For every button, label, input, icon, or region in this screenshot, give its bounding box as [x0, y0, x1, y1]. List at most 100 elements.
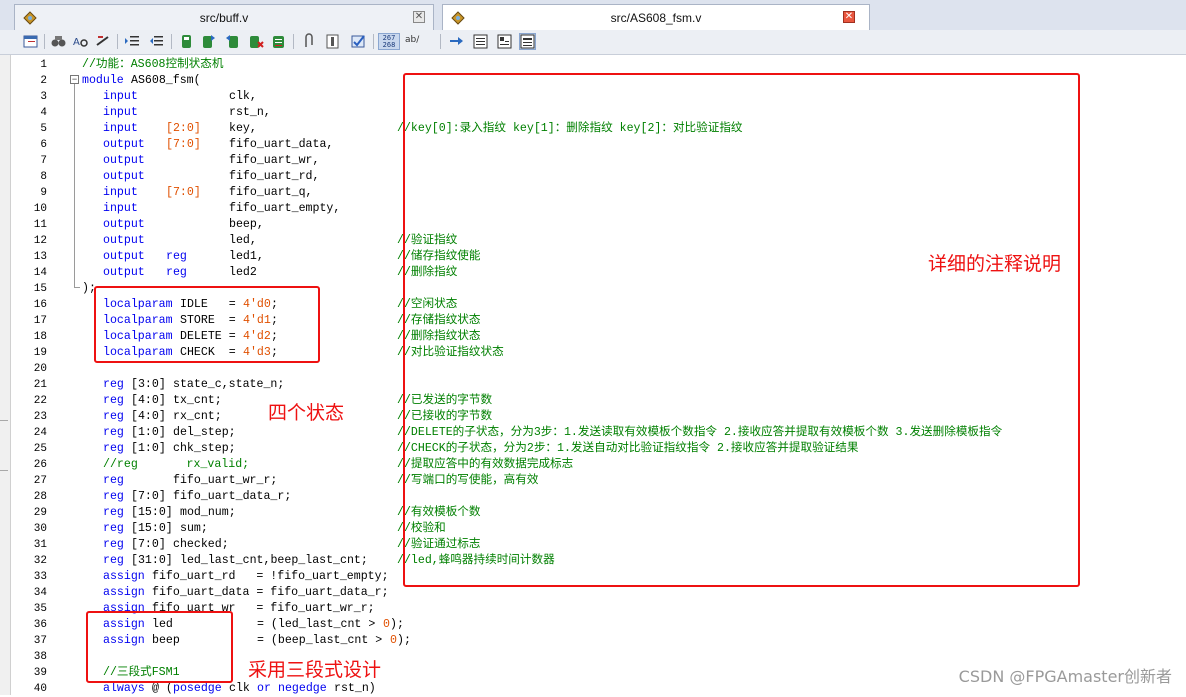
code-token: [4:0]: [131, 394, 166, 407]
comments-annotation: 详细的注释说明: [928, 253, 1062, 275]
states-annotation: 四个状态: [268, 402, 345, 424]
code-token: [7:0]: [131, 538, 166, 551]
unindent-icon[interactable]: [148, 33, 165, 50]
line-number: 33: [33, 571, 47, 583]
line-number: 30: [33, 523, 47, 535]
code-token: [1:0]: [131, 426, 166, 439]
code-keyword: input: [103, 90, 138, 103]
tab-bar: src/buff.v ✕ src/AS608_fsm.v ✕: [0, 0, 1186, 31]
line-number: 19: [33, 347, 47, 359]
view-icon-2[interactable]: [496, 33, 513, 50]
clear-bookmarks-icon[interactable]: [248, 33, 265, 50]
code-token: );: [390, 618, 404, 631]
code-keyword: input: [103, 106, 138, 119]
line-number: 34: [33, 587, 47, 599]
code-keyword: input: [103, 186, 138, 199]
close-icon[interactable]: ✕: [413, 11, 425, 23]
code-keyword: output: [103, 234, 145, 247]
code-token: fifo_uart_rd = !fifo_uart_empty;: [152, 570, 389, 583]
code-token: [3:0]: [131, 378, 166, 391]
watermark: CSDN @FPGAmaster创新者: [958, 667, 1172, 686]
line-number: 38: [33, 651, 47, 663]
code-token: 0: [390, 634, 397, 647]
find-in-files-icon[interactable]: A: [72, 33, 89, 50]
bookmark-icon[interactable]: [178, 33, 195, 50]
line-numbers-icon[interactable]: 267 268: [378, 33, 400, 50]
code-keyword: output: [103, 154, 145, 167]
line-number: 22: [33, 395, 47, 407]
next-bookmark-icon[interactable]: [200, 33, 217, 50]
tab-buff-v[interactable]: src/buff.v ✕: [14, 4, 434, 30]
line-number: 20: [33, 363, 47, 375]
line-number: 29: [33, 507, 47, 519]
spell-check-icon[interactable]: [350, 33, 367, 50]
line-number: 4: [40, 107, 47, 119]
code-keyword: posedge: [173, 682, 222, 695]
code-line: assign led = (led_last_cnt >0);: [82, 617, 1186, 633]
prev-bookmark-icon[interactable]: [224, 33, 241, 50]
tab-title: src/buff.v: [199, 11, 249, 25]
line-number: 17: [33, 315, 47, 327]
window-list-icon[interactable]: [22, 33, 39, 50]
code-token: checked;: [173, 538, 229, 551]
code-token: fifo_uart_data_r;: [173, 490, 292, 503]
code-token: = (beep_last_cnt >: [257, 634, 383, 647]
code-keyword: output: [103, 218, 145, 231]
goto-icon[interactable]: [448, 33, 465, 50]
fsm-highlight-box: [86, 611, 233, 683]
code-keyword: module: [82, 74, 124, 87]
column-select-icon[interactable]: [324, 33, 341, 50]
line-number: 23: [33, 411, 47, 423]
code-token: led2: [229, 266, 257, 279]
paperclip-icon[interactable]: [300, 33, 317, 50]
line-number: 7: [40, 155, 47, 167]
code-keyword: output: [103, 266, 145, 279]
code-token: chk_step;: [173, 442, 236, 455]
code-keyword: assign: [103, 570, 145, 583]
line-number: 16: [33, 299, 47, 311]
view-icon-1[interactable]: [472, 33, 489, 50]
code-keyword: reg: [103, 442, 124, 455]
code-token: [15:0]: [131, 506, 173, 519]
code-keyword: reg: [166, 250, 187, 263]
line-number: 37: [33, 635, 47, 647]
code-token: fifo_uart_empty,: [229, 202, 341, 215]
comments-highlight-box: [403, 73, 1080, 587]
line-number: 9: [40, 187, 47, 199]
replace-icon[interactable]: [94, 33, 111, 50]
fold-toggle-icon[interactable]: −: [70, 75, 79, 84]
code-keyword: or: [257, 682, 271, 695]
code-token: fifo_uart_data,: [229, 138, 334, 151]
code-token: key,: [229, 122, 257, 135]
indent-icon[interactable]: [124, 33, 141, 50]
code-comment: //reg rx_valid;: [103, 458, 250, 471]
code-token: del_step;: [173, 426, 236, 439]
line-number: 2: [40, 75, 47, 87]
tab-as608-fsm-v[interactable]: src/AS608_fsm.v ✕: [442, 4, 870, 31]
close-icon[interactable]: ✕: [843, 11, 855, 23]
line-number: 36: [33, 619, 47, 631]
code-token: AS608_fsm(: [131, 74, 201, 87]
code-token: [31:0]: [131, 554, 173, 567]
word-wrap-icon[interactable]: ab/: [403, 33, 425, 50]
view-icon-3[interactable]: [519, 33, 536, 50]
code-keyword: reg: [103, 410, 124, 423]
line-number: 15: [33, 283, 47, 295]
code-token: [15:0]: [131, 522, 173, 535]
code-token: [2:0]: [166, 122, 201, 135]
line-number: 18: [33, 331, 47, 343]
code-keyword: negedge: [278, 682, 327, 695]
fsm-annotation: 采用三段式设计: [248, 659, 382, 681]
svg-text:A: A: [73, 37, 80, 48]
code-keyword: reg: [103, 490, 124, 503]
code-token: fifo_uart_wr_r;: [173, 474, 278, 487]
code-token: = (led_last_cnt >: [257, 618, 376, 631]
code-token: fifo_uart_data = fifo_uart_data_r;: [152, 586, 389, 599]
bookmark-list-icon[interactable]: [270, 33, 287, 50]
code-token: );: [397, 634, 411, 647]
code-token: led_last_cnt,beep_last_cnt;: [180, 554, 368, 567]
line-number: 12: [33, 235, 47, 247]
code-keyword: reg: [103, 378, 124, 391]
find-icon[interactable]: [50, 33, 67, 50]
code-keyword: always: [103, 682, 145, 695]
